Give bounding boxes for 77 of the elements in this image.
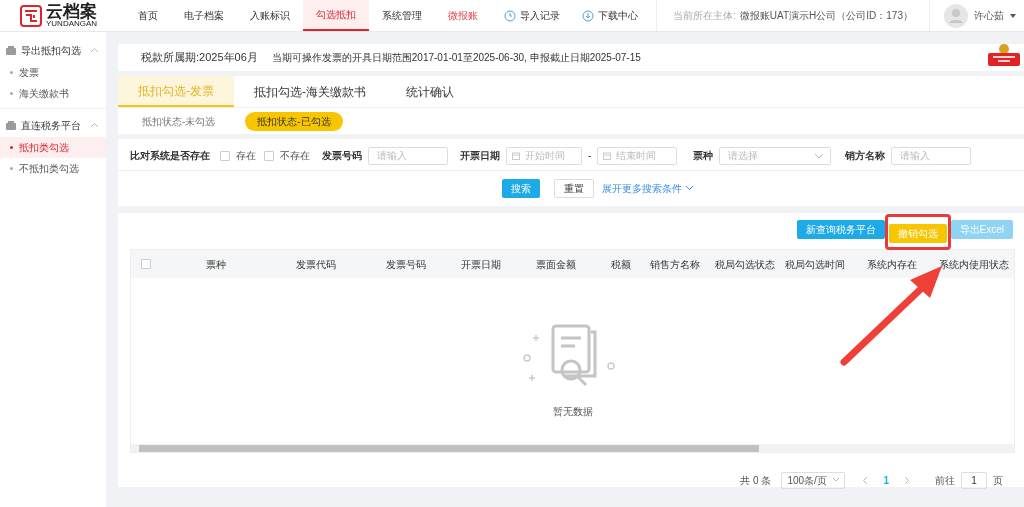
header-link[interactable]: 导入记录 <box>504 8 561 23</box>
entity-name: 微报账UAT演示H公司（公司ID：173） <box>739 9 913 23</box>
avatar-icon <box>944 3 968 28</box>
chevron-down-icon <box>686 186 693 190</box>
status-tab[interactable]: 抵扣状态-已勾选 <box>245 111 343 131</box>
nav-tab[interactable]: 首页 <box>125 0 171 31</box>
horizontal-scrollbar[interactable] <box>131 444 1014 452</box>
checkbox-label: 存在 <box>236 149 256 163</box>
page-jump-field[interactable]: 1 <box>961 471 987 489</box>
folder-icon <box>6 120 16 130</box>
date-separator: - <box>588 149 592 163</box>
field-label: 票种 <box>693 149 714 163</box>
sidebar-group-title: 直连税务平台 <box>21 118 81 133</box>
goto-suffix: 页 <box>993 473 1003 488</box>
column-header: 税局勾选状态 <box>714 257 776 272</box>
checkbox[interactable] <box>220 150 230 161</box>
nav-tab[interactable]: 入账标识 <box>237 0 303 31</box>
column-header: 开票日期 <box>460 257 502 272</box>
period-label: 税款所属期: <box>141 50 200 66</box>
period-value: 2025年06月 <box>199 50 258 66</box>
highlight-frame <box>884 214 951 250</box>
calendar-icon <box>603 151 612 160</box>
goto-label: 前往 <box>935 473 955 488</box>
field-label: 比对系统是否存在 <box>130 149 210 163</box>
column-header: 发票号码 <box>385 257 427 272</box>
sidebar-item[interactable]: 发票 <box>0 62 106 83</box>
chevron-down-icon <box>833 478 840 482</box>
checkbox-label: 不存在 <box>280 149 310 163</box>
checkbox[interactable] <box>141 259 151 269</box>
logo-text: 云档案 <box>46 3 98 20</box>
sidebar-item[interactable]: 不抵扣类勾选 <box>0 158 106 179</box>
expand-filters-link[interactable]: 展开更多搜索条件 <box>602 180 693 196</box>
field-label: 销方名称 <box>845 149 886 163</box>
column-header: 销售方名称 <box>649 257 701 272</box>
column-header: 系统内使用状态 <box>938 257 1010 272</box>
start-date-field[interactable]: 开始时间 <box>506 146 582 165</box>
total-count: 共 0 条 <box>740 473 772 488</box>
field-label: 开票日期 <box>460 149 500 163</box>
entity-label: 当前所在主体: <box>673 9 736 23</box>
chevron-down-icon <box>815 153 824 159</box>
column-header: 票面金额 <box>535 257 577 272</box>
status-tab[interactable]: 抵扣状态-未勾选 <box>130 111 228 131</box>
logo-subtitle: YUNDANGAN <box>46 20 98 28</box>
column-header: 发票代码 <box>295 257 337 272</box>
invoice-number-field[interactable]: 请输入 <box>368 146 448 165</box>
chevron-right-icon <box>905 476 909 484</box>
ticket-type-select[interactable]: 请选择 <box>719 146 832 165</box>
reset-button[interactable]: 重置 <box>554 178 594 198</box>
checkbox[interactable] <box>264 150 274 161</box>
nav-tab[interactable]: 微报账 <box>435 0 491 31</box>
seller-name-field[interactable]: 请输入 <box>891 146 972 165</box>
empty-state-text: 暂无数据 <box>552 404 593 419</box>
clock-icon <box>504 9 517 22</box>
tab[interactable]: 统计确认 <box>386 76 474 107</box>
download-icon <box>582 9 595 22</box>
logo-icon <box>20 4 42 27</box>
sidebar-item[interactable]: 抵扣类勾选 <box>0 137 106 158</box>
tab[interactable]: 抵扣勾选-海关缴款书 <box>234 76 386 107</box>
user-name: 许心茹 <box>974 9 1004 23</box>
column-header: 税局勾选时间 <box>784 257 846 272</box>
nav-tab[interactable]: 勾选抵扣 <box>303 0 369 31</box>
column-header: 税额 <box>610 257 632 272</box>
nav-tab[interactable]: 电子档案 <box>171 0 237 31</box>
caret-icon <box>1010 13 1016 18</box>
period-notice: 当期可操作发票的开具日期范围2017-01-01至2025-06-30, 申报截止日期2025-07-15 <box>271 51 642 65</box>
sidebar-item[interactable]: 海关缴款书 <box>0 83 106 104</box>
calendar-icon <box>512 151 520 160</box>
page-size-select[interactable]: 100条/页 <box>781 471 846 489</box>
column-header: 票种 <box>205 257 227 272</box>
column-header: 系统内存在 <box>865 257 918 272</box>
nav-tab[interactable]: 系统管理 <box>369 0 435 31</box>
header-link[interactable]: 下载中心 <box>582 8 639 23</box>
folder-icon <box>6 45 16 55</box>
chevron-left-icon <box>863 476 868 484</box>
field-label: 发票号码 <box>322 149 362 163</box>
end-date-field[interactable]: 结束时间 <box>597 146 678 165</box>
sidebar-group-title: 导出抵扣勾选 <box>21 43 81 58</box>
